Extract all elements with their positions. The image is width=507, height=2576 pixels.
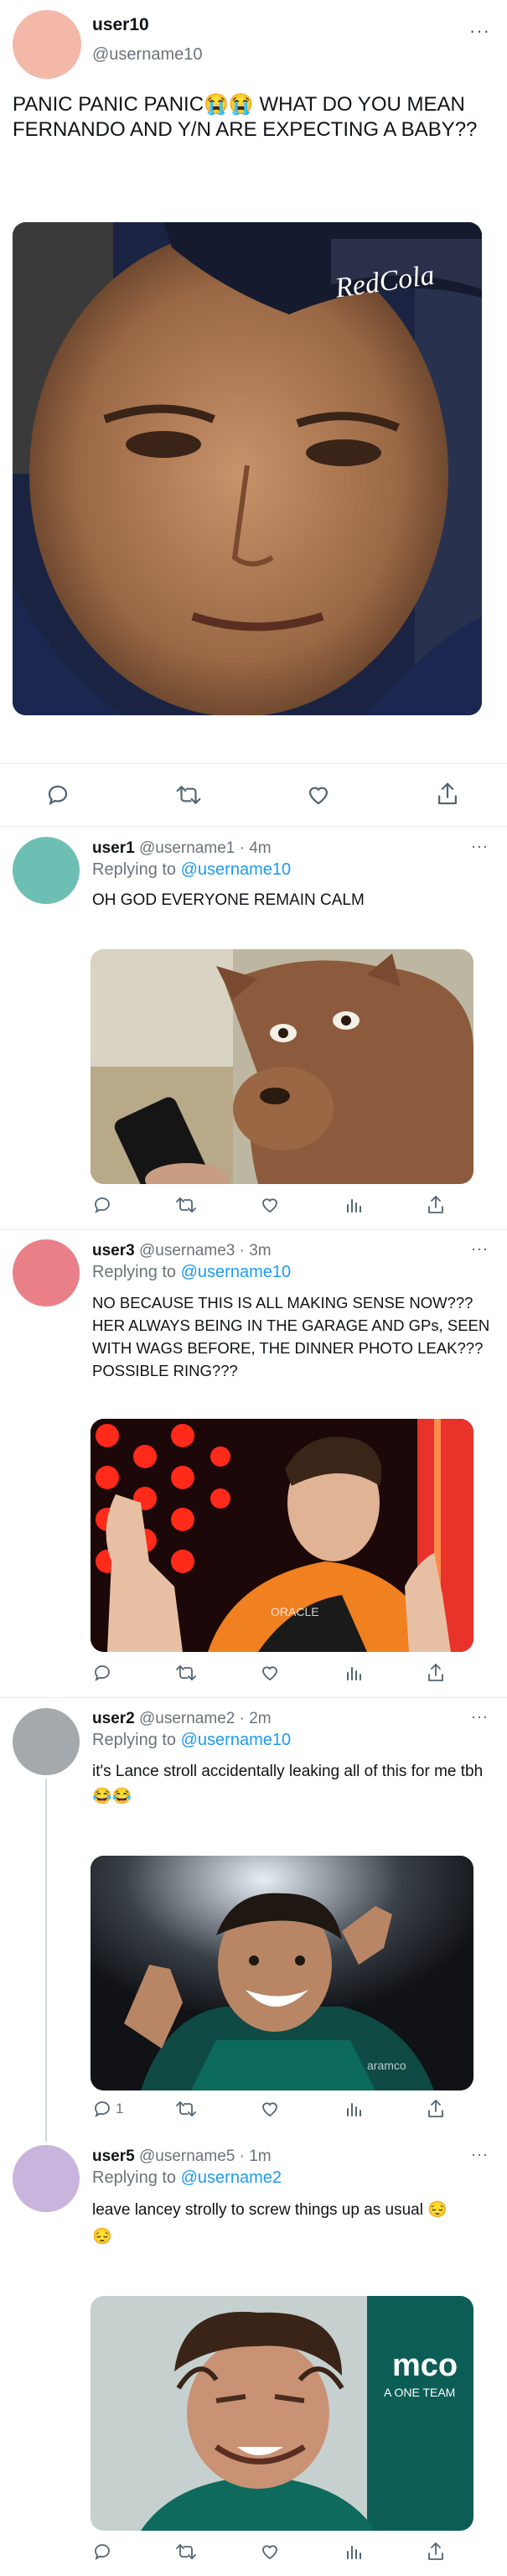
replying-to-link[interactable]: @username10 (181, 860, 291, 879)
user-handle[interactable]: @username2 (139, 1710, 235, 1727)
user-handle[interactable]: @username5 (139, 2148, 235, 2165)
svg-text:mco: mco (392, 2348, 458, 2383)
retweet-icon[interactable] (174, 1195, 198, 1215)
reply-icon[interactable] (92, 2542, 112, 2562)
reply-count: 1 (116, 2101, 124, 2116)
replying-to: Replying to @username2 (92, 2168, 282, 2187)
tweet-image[interactable]: RedCola (13, 222, 482, 715)
like-icon[interactable] (260, 2542, 280, 2562)
reply-icon[interactable] (45, 782, 70, 808)
tweet-image[interactable]: mco A ONE TEAM (91, 2296, 473, 2531)
reply-header: user2 @username2 · 2m (92, 1710, 272, 1727)
retweet-icon[interactable] (174, 2542, 198, 2562)
reply-header: user3 @username3 · 3m (92, 1242, 272, 1259)
avatar[interactable] (13, 1708, 80, 1775)
more-options-icon[interactable]: ··· (471, 1241, 489, 1256)
more-options-icon[interactable]: ··· (471, 1709, 489, 1724)
timestamp[interactable]: 1m (249, 2148, 271, 2165)
tweet-text: leave lancey strolly to screw things up … (92, 2201, 448, 2246)
user-handle[interactable]: @username1 (139, 839, 235, 857)
tweet-image[interactable] (91, 949, 473, 1184)
svg-text:ORACLE: ORACLE (271, 1605, 319, 1618)
share-icon[interactable] (426, 2541, 446, 2563)
svg-text:A ONE TEAM: A ONE TEAM (384, 2386, 455, 2399)
man-in-cap-photo: RedCola (13, 222, 482, 715)
reply-header: user5 @username5 · 1m (92, 2148, 272, 2165)
replying-to-link[interactable]: @username2 (181, 2168, 282, 2187)
driver-closeup-photo: mco A ONE TEAM (91, 2296, 473, 2531)
dog-with-phone-photo (91, 949, 473, 1184)
like-icon[interactable] (306, 782, 331, 808)
retweet-icon[interactable] (174, 782, 203, 808)
user-handle[interactable]: @username10 (92, 45, 202, 65)
user-name[interactable]: user5 (92, 2148, 135, 2165)
user-name[interactable]: user3 (92, 1242, 135, 1259)
tweet-text: it's Lance stroll accidentally leaking a… (92, 1763, 484, 1805)
avatar[interactable] (13, 10, 81, 79)
avatar[interactable] (13, 2145, 80, 2212)
driver-selfie-photo: aramco (91, 1856, 473, 2090)
share-icon[interactable] (435, 781, 460, 808)
replying-to: Replying to @username10 (92, 860, 292, 879)
like-icon[interactable] (260, 1663, 280, 1683)
reply-header: user1 @username1 · 4m (92, 839, 272, 857)
timestamp[interactable]: 2m (249, 1710, 271, 1727)
tweet-text: NO BECAUSE THIS IS ALL MAKING SENSE NOW?… (92, 1294, 490, 1379)
user-name[interactable]: user2 (92, 1710, 135, 1727)
timestamp[interactable]: 4m (249, 839, 271, 857)
tweet-image[interactable]: ORACLE (91, 1419, 473, 1652)
svg-text:aramco: aramco (367, 2059, 406, 2072)
share-icon[interactable] (426, 1662, 446, 1684)
more-options-icon[interactable]: ··· (469, 22, 490, 40)
retweet-icon[interactable] (174, 2099, 198, 2119)
tweet-text: OH GOD EVERYONE REMAIN CALM (92, 891, 365, 909)
user-handle[interactable]: @username3 (139, 1242, 235, 1259)
thread-line (45, 1779, 47, 2142)
user-name[interactable]: user10 (92, 15, 149, 35)
share-icon[interactable] (426, 1194, 446, 1216)
tweet-text: PANIC PANIC PANIC😭😭 WHAT DO YOU MEAN FER… (13, 93, 478, 141)
more-options-icon[interactable]: ··· (471, 839, 489, 854)
avatar[interactable] (13, 1239, 80, 1306)
reply-icon[interactable] (92, 2099, 112, 2119)
more-options-icon[interactable]: ··· (471, 2147, 489, 2162)
tweet-image[interactable]: aramco (91, 1856, 473, 2090)
analytics-icon[interactable] (344, 2099, 364, 2119)
like-icon[interactable] (260, 2099, 280, 2119)
retweet-icon[interactable] (174, 1663, 198, 1683)
like-icon[interactable] (260, 1195, 280, 1215)
avatar[interactable] (13, 837, 80, 904)
replying-to-link[interactable]: @username10 (181, 1263, 291, 1281)
replying-to-link[interactable]: @username10 (181, 1731, 291, 1749)
analytics-icon[interactable] (344, 1195, 364, 1215)
driver-in-orange-suit-photo: ORACLE (91, 1419, 473, 1652)
user-name[interactable]: user1 (92, 839, 135, 857)
reply-icon[interactable] (92, 1663, 112, 1683)
analytics-icon[interactable] (344, 1663, 364, 1683)
replying-to: Replying to @username10 (92, 1731, 292, 1749)
analytics-icon[interactable] (344, 2542, 364, 2562)
timestamp[interactable]: 3m (249, 1242, 271, 1259)
reply-icon[interactable] (92, 1195, 112, 1215)
replying-to: Replying to @username10 (92, 1263, 292, 1281)
share-icon[interactable] (426, 2098, 446, 2120)
